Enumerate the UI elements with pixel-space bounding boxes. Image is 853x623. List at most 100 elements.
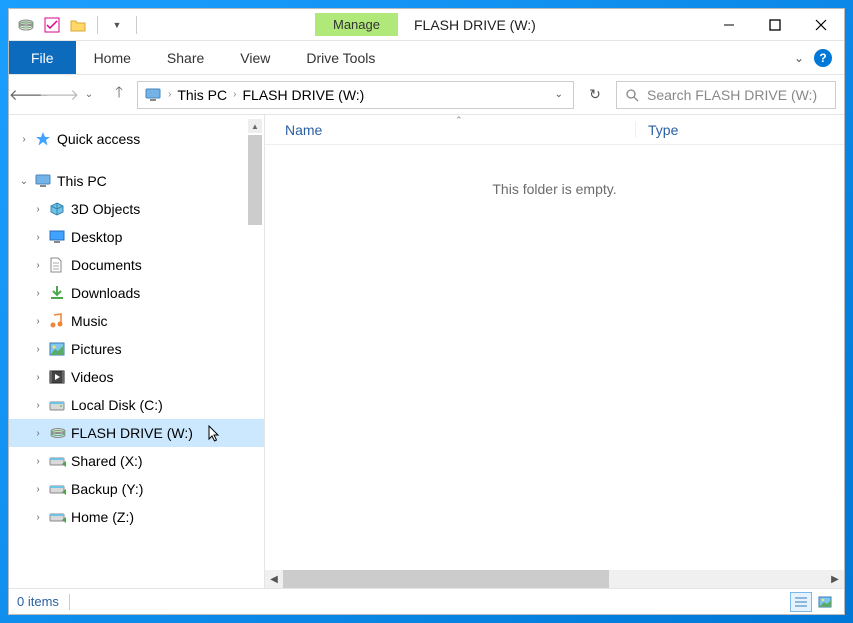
- explorer-window: ▼ Manage FLASH DRIVE (W:) File Home Shar…: [8, 8, 845, 615]
- chevron-right-icon[interactable]: ›: [17, 134, 31, 145]
- chevron-right-icon[interactable]: ›: [31, 428, 45, 439]
- sort-indicator-icon: ⌃: [455, 115, 463, 126]
- chevron-right-icon[interactable]: ›: [31, 372, 45, 383]
- cursor-icon: [208, 425, 222, 443]
- doc-icon: [49, 257, 67, 273]
- tab-file[interactable]: File: [9, 41, 76, 74]
- manage-context-tab[interactable]: Manage: [315, 13, 398, 36]
- nav-label: 3D Objects: [71, 201, 140, 217]
- disk-icon: [49, 398, 67, 412]
- nav-item[interactable]: › FLASH DRIVE (W:): [9, 419, 264, 447]
- chevron-right-icon[interactable]: ›: [168, 89, 171, 100]
- qat-divider-2: [136, 16, 137, 34]
- nav-item[interactable]: › Local Disk (C:): [9, 391, 264, 419]
- tab-home[interactable]: Home: [76, 41, 149, 74]
- nav-item[interactable]: › Documents: [9, 251, 264, 279]
- chevron-right-icon[interactable]: ›: [31, 484, 45, 495]
- up-button[interactable]: 🡑: [107, 83, 131, 107]
- help-icon[interactable]: ?: [814, 49, 832, 67]
- qat-divider: [97, 16, 98, 34]
- pic-icon: [49, 342, 67, 356]
- chevron-down-icon[interactable]: ⌄: [17, 176, 31, 187]
- forward-button[interactable]: 🡒: [47, 83, 71, 107]
- scroll-up-icon[interactable]: ▲: [248, 119, 262, 133]
- nav-this-pc[interactable]: ⌄ This PC: [9, 167, 264, 195]
- chevron-right-icon[interactable]: ›: [233, 89, 236, 100]
- tab-view[interactable]: View: [222, 41, 288, 74]
- nav-label: This PC: [57, 173, 107, 189]
- search-box[interactable]: Search FLASH DRIVE (W:): [616, 81, 836, 109]
- folder-qat-icon[interactable]: [69, 16, 87, 34]
- nav-label: Desktop: [71, 229, 122, 245]
- netdrive-icon: [49, 482, 67, 496]
- nav-item[interactable]: › Desktop: [9, 223, 264, 251]
- scroll-left-icon[interactable]: ◀: [265, 570, 283, 588]
- scroll-thumb[interactable]: [283, 570, 609, 588]
- nav-label: Videos: [71, 369, 114, 385]
- search-icon: [625, 88, 639, 102]
- pc-icon: [144, 88, 162, 102]
- recent-dropdown-icon[interactable]: ⌄: [77, 83, 101, 107]
- chevron-right-icon[interactable]: ›: [31, 204, 45, 215]
- address-dropdown-icon[interactable]: ⌄: [551, 89, 567, 100]
- app-icon: [17, 16, 35, 34]
- properties-qat-icon[interactable]: [43, 16, 61, 34]
- nav-label: Shared (X:): [71, 453, 143, 469]
- refresh-button[interactable]: ↻: [580, 86, 610, 103]
- content-pane: ⌃ Name Type This folder is empty. ◀ ▶: [264, 115, 844, 588]
- netdrive-icon: [49, 510, 67, 524]
- nav-item[interactable]: › 3D Objects: [9, 195, 264, 223]
- breadcrumb-flash-drive[interactable]: FLASH DRIVE (W:): [242, 87, 364, 103]
- nav-item[interactable]: ›Home (Z:): [9, 503, 264, 531]
- back-button[interactable]: 🡐: [17, 83, 41, 107]
- maximize-button[interactable]: [752, 9, 798, 41]
- column-headers: ⌃ Name Type: [265, 115, 844, 145]
- chevron-right-icon[interactable]: ›: [31, 344, 45, 355]
- nav-label: Local Disk (C:): [71, 397, 163, 413]
- empty-folder-message: This folder is empty.: [265, 145, 844, 197]
- chevron-right-icon[interactable]: ›: [31, 316, 45, 327]
- navigation-pane: ▲ › Quick access ⌄ This PC ›3D Objects›D…: [9, 115, 264, 588]
- tab-share[interactable]: Share: [149, 41, 222, 74]
- window-title: FLASH DRIVE (W:): [414, 17, 536, 33]
- nav-scrollbar[interactable]: ▲: [248, 119, 262, 225]
- minimize-button[interactable]: [706, 9, 752, 41]
- download-icon: [49, 285, 67, 301]
- tab-drive-tools[interactable]: Drive Tools: [288, 50, 393, 66]
- chevron-right-icon[interactable]: ›: [31, 456, 45, 467]
- nav-item[interactable]: › Shared (X:): [9, 447, 264, 475]
- chevron-right-icon[interactable]: ›: [31, 400, 45, 411]
- netdrive-icon: [49, 454, 67, 468]
- nav-quick-access[interactable]: › Quick access: [9, 125, 264, 153]
- nav-label: Quick access: [57, 131, 140, 147]
- scroll-thumb[interactable]: [248, 135, 262, 225]
- chevron-right-icon[interactable]: ›: [31, 260, 45, 271]
- nav-item[interactable]: › Videos: [9, 363, 264, 391]
- chevron-right-icon[interactable]: ›: [31, 232, 45, 243]
- details-view-button[interactable]: [790, 592, 812, 612]
- ribbon-expand-icon[interactable]: ⌄: [794, 51, 804, 65]
- column-type[interactable]: Type: [635, 122, 678, 138]
- status-bar: 0 items: [9, 588, 844, 614]
- breadcrumb-this-pc[interactable]: This PC: [177, 87, 227, 103]
- cube-icon: [49, 201, 67, 217]
- scroll-right-icon[interactable]: ▶: [826, 570, 844, 588]
- chevron-right-icon[interactable]: ›: [31, 288, 45, 299]
- nav-item[interactable]: ›Downloads: [9, 279, 264, 307]
- qat-dropdown-icon[interactable]: ▼: [108, 16, 126, 34]
- nav-item[interactable]: › Pictures: [9, 335, 264, 363]
- chevron-right-icon[interactable]: ›: [31, 512, 45, 523]
- address-bar: 🡐 🡒 ⌄ 🡑 › This PC › FLASH DRIVE (W:) ⌄ ↻…: [9, 75, 844, 115]
- breadcrumb-box[interactable]: › This PC › FLASH DRIVE (W:) ⌄: [137, 81, 574, 109]
- thumbnails-view-button[interactable]: [814, 592, 836, 612]
- nav-item[interactable]: › Music: [9, 307, 264, 335]
- nav-item[interactable]: ›Backup (Y:): [9, 475, 264, 503]
- titlebar: ▼ Manage FLASH DRIVE (W:): [9, 9, 844, 41]
- horizontal-scrollbar[interactable]: ◀ ▶: [265, 570, 844, 588]
- nav-label: Music: [71, 313, 108, 329]
- nav-label: Documents: [71, 257, 142, 273]
- nav-label: FLASH DRIVE (W:): [71, 425, 193, 441]
- close-button[interactable]: [798, 9, 844, 41]
- nav-label: Pictures: [71, 341, 122, 357]
- item-count: 0 items: [17, 594, 59, 609]
